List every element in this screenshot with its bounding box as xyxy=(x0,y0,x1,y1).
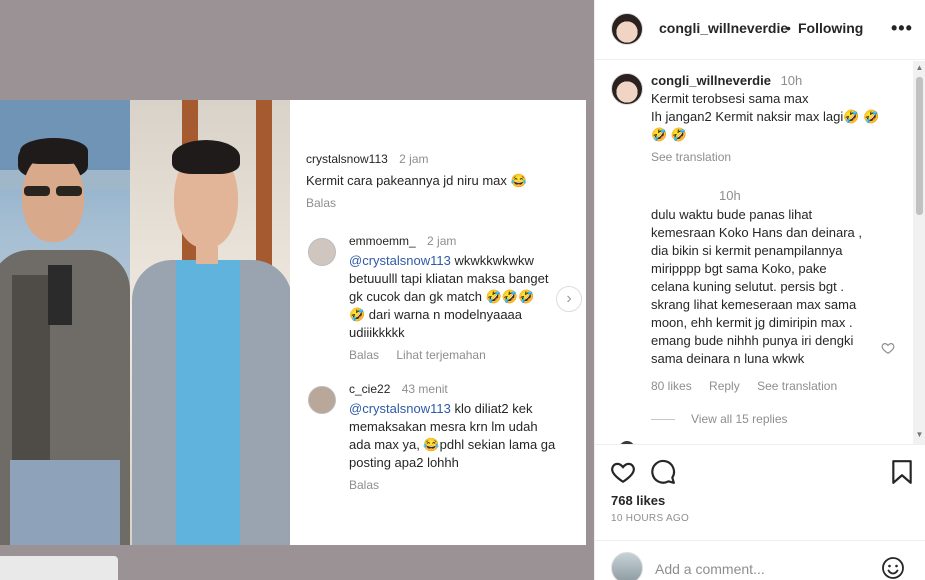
screenshot-comment-text: @crystalsnow113 wkwkkwkwkw betuuulll tap… xyxy=(349,252,574,342)
caption-line: 🤣 🤣 xyxy=(651,127,687,142)
screenshot-comment-text: @crystalsnow113 klo diliat2 kek memaksak… xyxy=(349,400,584,472)
screenshot-comment-time: 43 menit xyxy=(401,382,448,396)
screenshot-mention: @crystalsnow113 xyxy=(349,253,451,268)
post-actions: 768 likes 10 HOURS AGO xyxy=(595,444,925,530)
screenshot-comment-time: 2 jam xyxy=(427,234,457,248)
caption-line: Ih jangan2 Kermit naksir max lagi🤣 🤣 xyxy=(651,109,880,124)
screenshot-text-line: 🤣 dari warna n modelnyaaaa xyxy=(349,307,523,322)
caption-username[interactable]: congli_willneverdie xyxy=(651,73,771,88)
scrollbar-thumb[interactable] xyxy=(916,77,923,215)
add-comment-bar xyxy=(595,540,925,580)
comment-line: sama deinara n luna wkwk xyxy=(651,351,805,366)
comment-line: moon, ehh kermit jg dimiripin max . xyxy=(651,315,853,330)
view-replies-button[interactable]: View all 15 replies xyxy=(651,412,788,426)
comments-list[interactable]: congli_willneverdie 10h Kermit terobsesi… xyxy=(595,61,915,444)
comment-line: kemesraan Koko Hans dan deinara , xyxy=(651,225,863,240)
screenshot-reply-link: Balas xyxy=(349,348,380,362)
comment-line: dulu waktu bude panas lihat xyxy=(651,207,813,222)
comment-line: miripppp bgt sama Koko, pake xyxy=(651,261,827,276)
screenshot-text-line: memaksakan mesra krn lm udah xyxy=(349,419,538,434)
comment-line: emang bude nihhh punya iri dengki xyxy=(651,333,854,348)
screenshot-text-line: posting apa2 lohhh xyxy=(349,455,459,470)
screenshot-reply-link: Balas xyxy=(349,478,380,492)
emoji-smile-icon[interactable] xyxy=(881,556,905,580)
screenshot-mention: @crystalsnow113 xyxy=(349,401,451,416)
add-comment-input[interactable] xyxy=(655,559,865,579)
photo-man-blue-tshirt xyxy=(130,100,290,545)
header-separator: • xyxy=(786,20,791,36)
screenshot-avatar xyxy=(308,386,336,414)
comment-reply-button[interactable]: Reply xyxy=(709,379,740,393)
comment-line: skrang lihat kemeseraan max sama xyxy=(651,297,857,312)
screenshot-comment-user: c_cie22 xyxy=(349,382,391,396)
photo-man-checked-blazer xyxy=(0,100,130,545)
likes-count[interactable]: 768 likes xyxy=(611,493,665,508)
see-translation-link[interactable]: See translation xyxy=(651,148,901,166)
view-replies-label: View all 15 replies xyxy=(691,412,788,426)
scroll-up-arrow-icon[interactable]: ▲ xyxy=(913,63,925,75)
screenshot-comment-user: crystalsnow113 xyxy=(306,152,388,166)
screenshot-translate-link: Lihat terjemahan xyxy=(396,348,486,362)
screenshot-text-line: wkwkkwkwkw xyxy=(450,253,534,268)
heart-icon[interactable] xyxy=(610,459,636,485)
post-media[interactable]: crystalsnow113 2 jam Kermit cara pakeann… xyxy=(0,0,594,580)
comment-item: 10h dulu waktu bude panas lihat kemesraa… xyxy=(651,187,901,368)
comments-scrollbar[interactable]: ▲ ▼ xyxy=(913,61,925,444)
comment-likes[interactable]: 80 likes xyxy=(651,379,692,393)
scroll-down-arrow-icon[interactable]: ▼ xyxy=(913,430,925,442)
author-avatar[interactable] xyxy=(611,73,643,105)
comment-bubble-icon[interactable] xyxy=(650,459,676,485)
post-time-ago: 10 HOURS AGO xyxy=(611,513,690,524)
replies-divider xyxy=(651,419,675,421)
screenshot-comment: c_cie22 43 menit @crystalsnow113 klo dil… xyxy=(349,382,584,492)
screenshot-comment-user: emmoemm_ xyxy=(349,234,416,248)
following-button[interactable]: Following xyxy=(798,20,863,36)
bookmark-icon[interactable] xyxy=(889,459,915,485)
screenshot-reply-link: Balas xyxy=(306,196,337,210)
screenshot-comment-time: 2 jam xyxy=(399,152,429,166)
comment-translate-link[interactable]: See translation xyxy=(757,379,837,393)
media-bottom-bar xyxy=(0,556,118,580)
comment-time: 10h xyxy=(719,188,741,203)
screenshot-comments-panel: crystalsnow113 2 jam Kermit cara pakeann… xyxy=(290,100,586,545)
screenshot-comment: crystalsnow113 2 jam Kermit cara pakeann… xyxy=(306,152,527,210)
caption: congli_willneverdie 10h Kermit terobsesi… xyxy=(651,72,901,166)
caption-line: Kermit terobsesi sama max xyxy=(651,91,809,106)
screenshot-comment: emmoemm_ 2 jam @crystalsnow113 wkwkkwkwk… xyxy=(349,234,574,362)
screenshot-text-line: udiiikkkkk xyxy=(349,325,405,340)
author-username[interactable]: congli_willneverdie xyxy=(659,20,788,36)
post-header: congli_willneverdie • Following ••• xyxy=(595,0,925,60)
author-avatar[interactable] xyxy=(611,13,643,45)
post-side-panel: congli_willneverdie • Following ••• cong… xyxy=(594,0,925,580)
comment-line: dia bikin si kermit penampilannya xyxy=(651,243,843,258)
screenshot-text-line: gk cucok dan gk match 🤣🤣🤣 xyxy=(349,289,535,304)
screenshot-text-line: ada max ya, 😂pdhl sekian lama ga xyxy=(349,437,556,452)
screenshot-text-line: betuuulll tapi kliatan maksa banget xyxy=(349,271,549,286)
screenshot-avatar xyxy=(308,238,336,266)
more-horizontal-icon[interactable]: ••• xyxy=(891,18,913,39)
caption-time: 10h xyxy=(780,73,803,88)
comment-like-heart-icon[interactable] xyxy=(881,341,895,355)
screenshot-comment-text: Kermit cara pakeannya jd niru max 😂 xyxy=(306,173,527,188)
comment-meta: 80 likes Reply See translation xyxy=(651,379,851,393)
comment-line: celana kuning selutut. persis bgt . xyxy=(651,279,844,294)
screenshot-text-line: klo diliat2 kek xyxy=(450,401,533,416)
comment-text: dulu waktu bude panas lihat kemesraan Ko… xyxy=(651,206,901,368)
viewer-avatar xyxy=(611,552,643,580)
chevron-right-icon: › xyxy=(556,286,582,312)
